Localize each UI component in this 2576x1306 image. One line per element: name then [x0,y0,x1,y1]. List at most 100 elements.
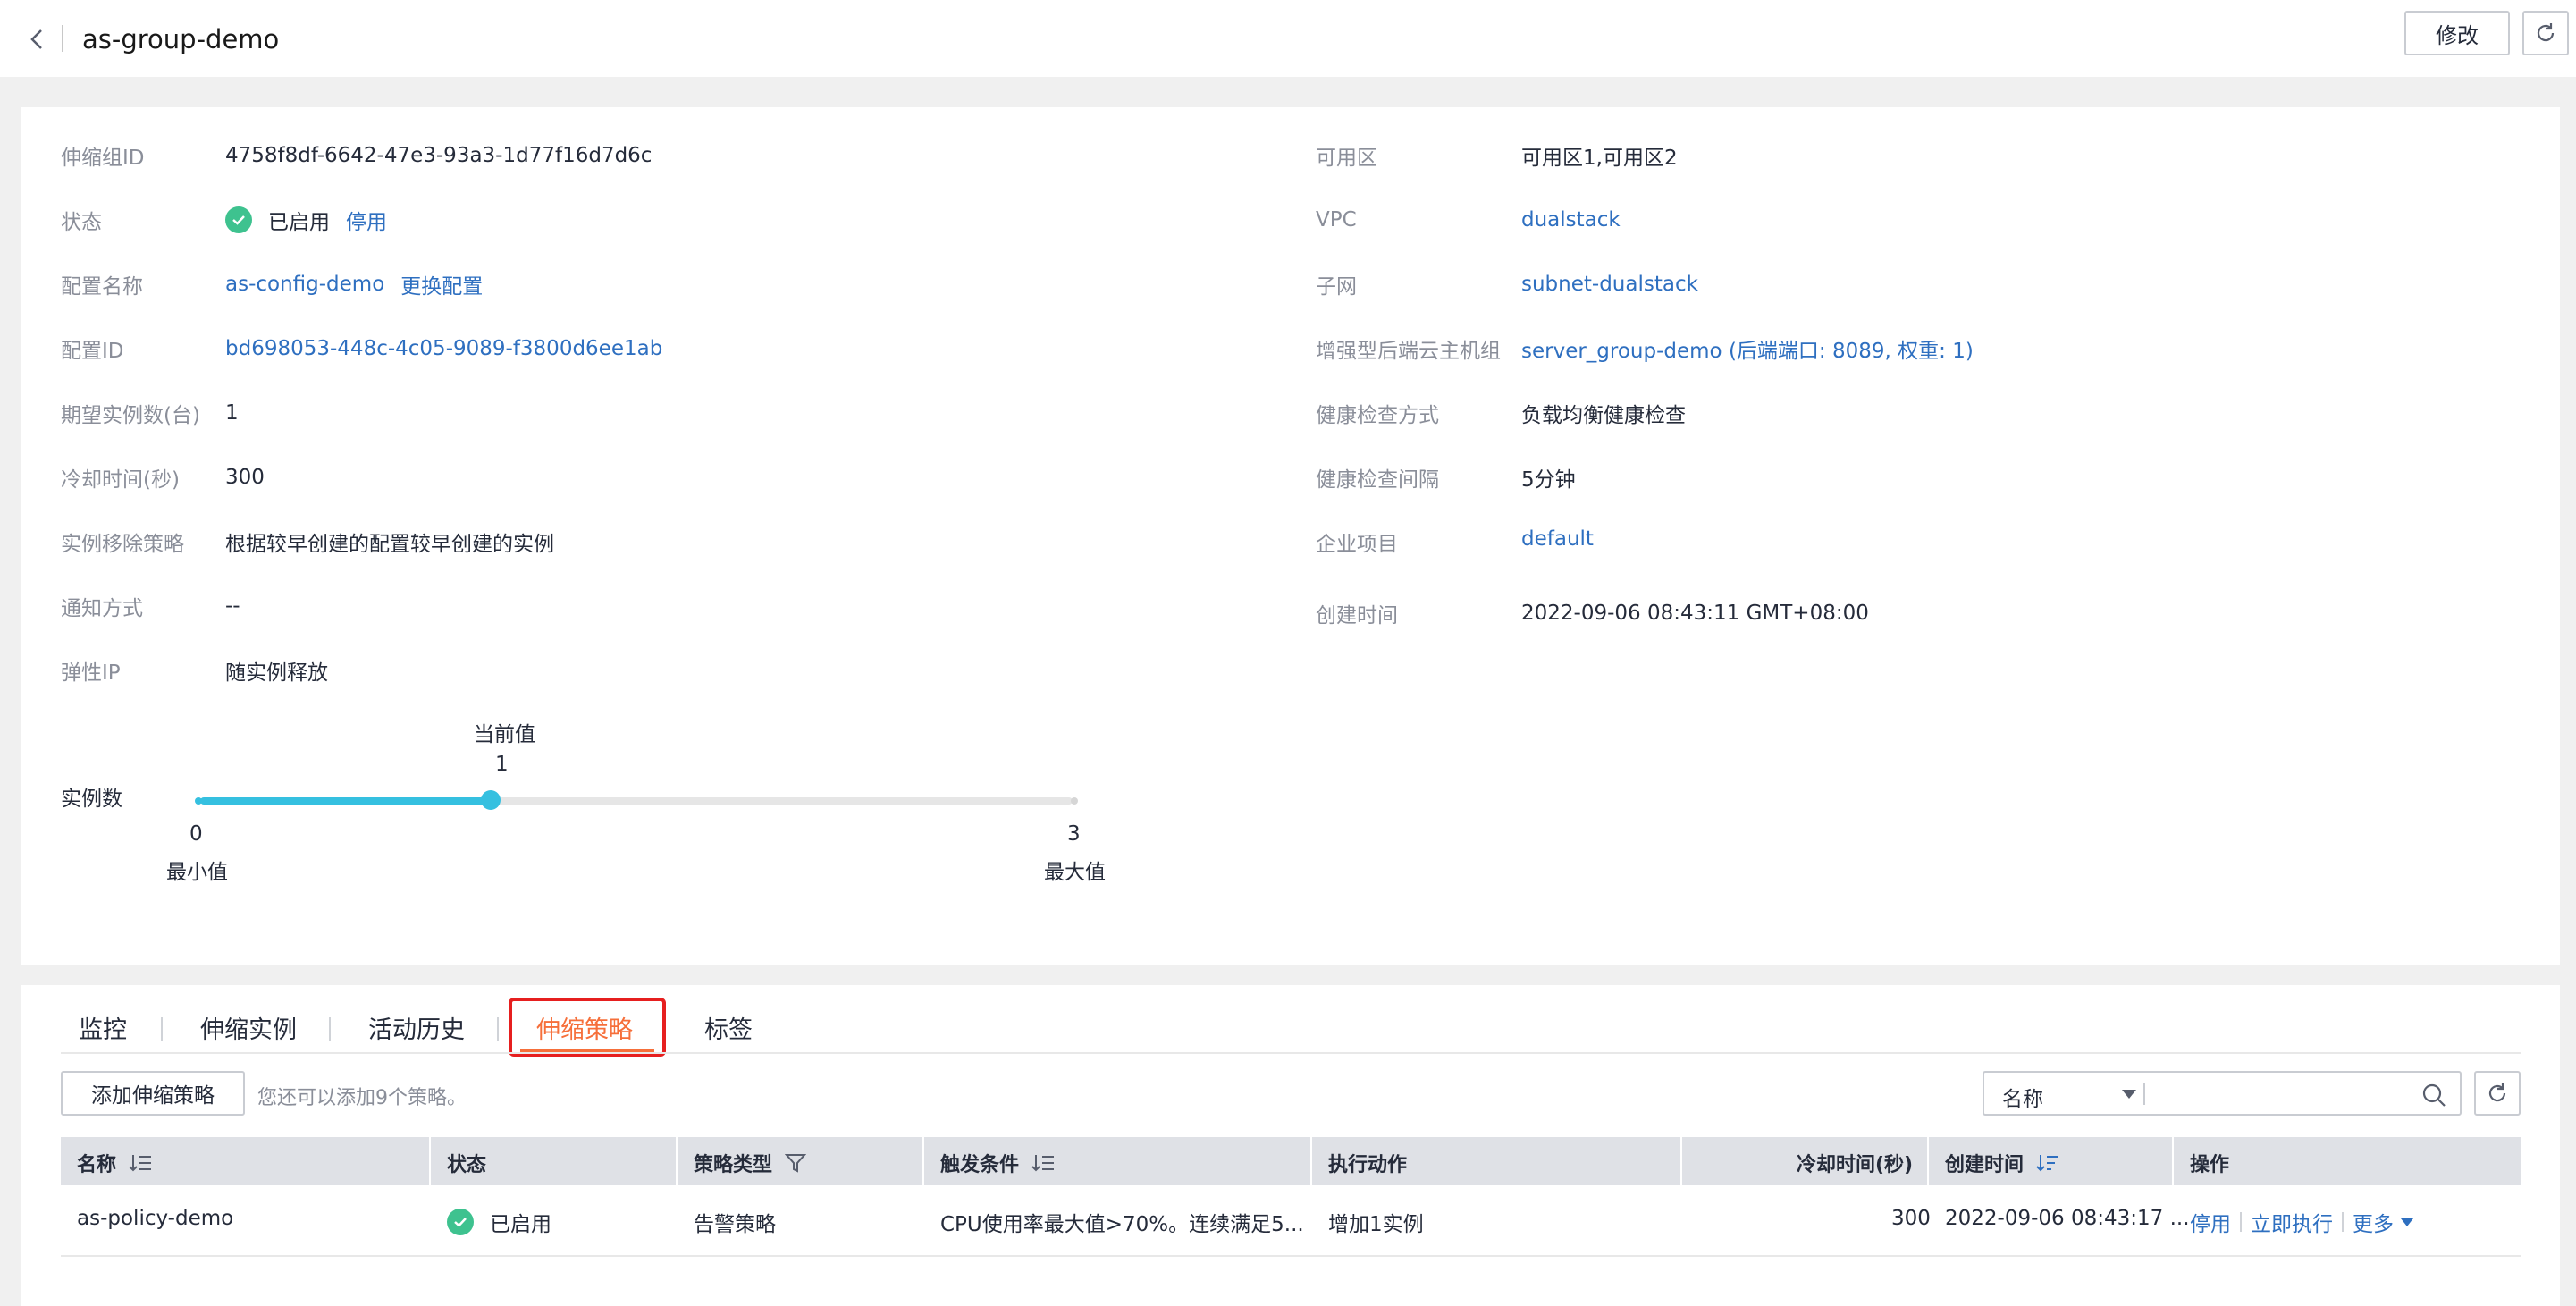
health-check-value: 负载均衡健康检查 [1521,404,1686,427]
chevron-down-icon[interactable] [2122,1090,2136,1099]
instance-count-label: 实例数 [61,788,122,811]
column-header-condition[interactable]: 触发条件 [940,1149,1055,1177]
info-label: 通知方式 [61,597,143,620]
slider-thumb [481,790,501,810]
disable-group-link[interactable]: 停用 [346,205,387,235]
group-id-value: 4758f8df-6642-47e3-93a3-1d77f16d7d6c [225,144,652,167]
title-divider [62,25,63,52]
tab-divider [161,1017,163,1041]
check-circle-icon [225,206,252,233]
status-text: 已启用 [268,211,330,234]
filter-divider [2143,1083,2145,1105]
filter-icon[interactable] [785,1152,807,1174]
column-header-operations: 操作 [2190,1154,2230,1176]
tab-tags[interactable]: 标签 [704,1010,753,1045]
instance-range-slider [195,790,1078,810]
info-label: 增强型后端云主机组 [1316,340,1501,363]
current-value-label: 当前值 [474,723,535,746]
info-label: 期望实例数(台) [61,404,200,427]
slider-max-marker [1071,797,1078,805]
info-label: 弹性IP [61,661,121,685]
subnet-link[interactable]: subnet-dualstack [1521,273,1698,296]
column-divider [676,1137,678,1185]
policy-operations: 停用 立即执行 更多 [2190,1207,2413,1237]
tab-divider [497,1017,499,1041]
table-refresh-button[interactable] [2474,1071,2521,1116]
config-name-link[interactable]: as-config-demo [225,273,384,296]
info-label: 企业项目 [1316,533,1398,556]
tab-instances[interactable]: 伸缩实例 [200,1010,297,1045]
vpc-link[interactable]: dualstack [1521,208,1621,232]
column-header-action: 执行动作 [1328,1154,1408,1176]
az-value: 可用区1,可用区2 [1521,147,1678,170]
change-config-link[interactable]: 更换配置 [400,269,483,299]
policy-search-box: 名称 [1983,1071,2462,1116]
back-arrow-icon[interactable] [27,25,48,54]
check-circle-icon [447,1209,474,1235]
tab-monitoring[interactable]: 监控 [79,1010,127,1045]
column-header-label: 触发条件 [940,1154,1020,1176]
detail-tabs-card: 监控 伸缩实例 活动历史 伸缩策略 标签 添加伸缩策略 您还可以添加9个策略。 … [21,985,2560,1306]
policy-type: 告警策略 [694,1213,776,1236]
sort-icon[interactable] [1031,1153,1055,1173]
server-group-link[interactable]: server_group-demo (后端端口: 8089, 权重: 1) [1521,333,1974,364]
add-policy-button[interactable]: 添加伸缩策略 [61,1071,245,1116]
edit-button[interactable]: 修改 [2404,11,2510,55]
info-label: 配置名称 [61,275,143,299]
group-info-card: 伸缩组ID 4758f8df-6642-47e3-93a3-1d77f16d7d… [21,107,2560,965]
status-value: 已启用 停用 [225,205,387,235]
slider-fill [200,797,492,805]
column-divider [1680,1137,1682,1185]
op-divider [2240,1212,2242,1232]
filter-field-select[interactable]: 名称 [2002,1082,2043,1112]
chevron-down-icon[interactable] [2401,1218,2413,1226]
disable-policy-link[interactable]: 停用 [2190,1207,2231,1237]
search-icon[interactable] [2420,1082,2447,1108]
refresh-icon [2537,23,2555,42]
search-input[interactable] [2151,1076,2410,1110]
info-label: 健康检查间隔 [1316,468,1439,492]
column-divider [922,1137,924,1185]
column-header-label: 名称 [77,1154,117,1176]
more-menu-link[interactable]: 更多 [2353,1207,2394,1237]
page-title: as-group-demo [82,24,280,55]
top-bar: as-group-demo 修改 [0,0,2576,77]
desired-value: 1 [225,401,239,425]
policy-status-text: 已启用 [490,1213,551,1236]
policy-status: 已启用 [447,1207,551,1237]
policy-condition: CPU使用率最大值>70%。连续满足5... [940,1213,1304,1236]
max-value-label: 最大值 [1044,861,1106,884]
column-header-label: 创建时间 [1945,1154,2025,1176]
enterprise-project-link[interactable]: default [1521,527,1594,551]
info-label: 状态 [61,211,102,234]
column-header-label: 策略类型 [694,1154,773,1176]
policy-created: 2022-09-06 08:43:17 ... [1945,1207,2190,1230]
column-header-status: 状态 [447,1154,487,1176]
column-header-name[interactable]: 名称 [77,1149,152,1177]
policy-name-link[interactable]: as-policy-demo [77,1207,233,1230]
sort-desc-icon[interactable] [2036,1153,2059,1173]
tab-highlight-box [509,998,666,1057]
health-interval-value: 5分钟 [1521,468,1576,492]
column-divider [2172,1137,2174,1185]
execute-now-link[interactable]: 立即执行 [2251,1207,2333,1237]
info-label: 冷却时间(秒) [61,468,180,492]
page-refresh-button[interactable] [2522,11,2569,55]
column-header-type[interactable]: 策略类型 [694,1149,807,1177]
sort-icon[interactable] [129,1153,152,1173]
column-header-cooldown: 冷却时间(秒) [1797,1154,1914,1176]
info-label: 创建时间 [1316,604,1398,628]
config-name-value: as-config-demo 更换配置 [225,269,483,299]
min-value-label: 最小值 [166,861,228,884]
config-id-link[interactable]: bd698053-448c-4c05-9089-f3800d6ee1ab [225,337,662,360]
column-header-created[interactable]: 创建时间 [1945,1149,2059,1177]
eip-value: 随实例释放 [225,661,328,685]
tab-activity-history[interactable]: 活动历史 [368,1010,465,1045]
notify-value: -- [225,594,240,618]
current-value: 1 [495,753,509,776]
table-row: as-policy-demo 已启用 告警策略 CPU使用率最大值>70%。连续… [61,1185,2521,1257]
info-label: 伸缩组ID [61,147,145,170]
info-label: 配置ID [61,340,124,363]
tabs-divider [61,1052,2521,1054]
max-value: 3 [1067,822,1081,846]
